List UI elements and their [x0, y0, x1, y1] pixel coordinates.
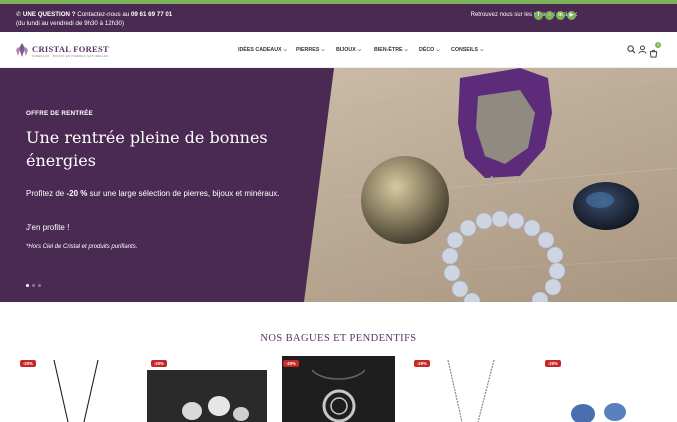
- hero-cta-link[interactable]: J'en profite !: [26, 223, 69, 232]
- nav-bijoux[interactable]: BIJOUX ⌵: [336, 47, 361, 53]
- product-card-5[interactable]: [543, 356, 663, 422]
- logo[interactable]: CRISTAL FOREST MINÉRAUX · BIJOUX EN PIER…: [16, 42, 111, 60]
- product-card-4[interactable]: [412, 356, 532, 422]
- linkedin-icon[interactable]: in: [556, 11, 565, 20]
- tree-of-life-pendant-image: [282, 356, 395, 422]
- logo-tagline: MINÉRAUX · BIJOUX EN PIERRES NATURELLES: [32, 54, 109, 58]
- cart-button[interactable]: 0: [649, 42, 661, 58]
- nav-bien-etre[interactable]: BIEN-ÊTRE ⌵: [374, 47, 408, 53]
- discount-badge: -20%: [151, 360, 167, 367]
- nav-deco[interactable]: DÉCO ⌵: [419, 47, 440, 53]
- nav-conseils[interactable]: CONSEILS ⌵: [451, 47, 484, 53]
- discount-badge: -20%: [283, 360, 299, 367]
- hero-footnote: *Hors Ciel de Cristal et produits purifi…: [26, 244, 138, 250]
- chain-pendant-image: [412, 356, 532, 422]
- necklace-pendant-image: [18, 356, 138, 422]
- hero-slider: OFFRE DE RENTRÉE Une rentrée pleine de b…: [0, 68, 677, 302]
- hero-title: Une rentrée pleine de bonnes énergies: [26, 128, 268, 170]
- section-title: NOS BAGUES ET PENDENTIFS: [260, 333, 417, 344]
- product-card-1[interactable]: [18, 356, 138, 422]
- nav-idees-cadeaux[interactable]: IDÉES CADEAUX ⌵: [238, 47, 287, 53]
- chevron-down-icon: ⌵: [404, 47, 408, 52]
- nav-pierres[interactable]: PIERRES ⌵: [296, 47, 325, 53]
- crystal-logo-icon: [16, 43, 28, 57]
- blue-stone-earrings-image: [543, 356, 663, 422]
- slider-dot-3[interactable]: [38, 284, 41, 287]
- instagram-icon[interactable]: ○: [545, 11, 554, 20]
- product-card-3[interactable]: [282, 356, 395, 422]
- chevron-down-icon: ⌵: [357, 47, 362, 52]
- contact-text: Contactez-nous au: [77, 11, 130, 18]
- logo-text: CRISTAL FOREST: [32, 44, 110, 54]
- chevron-down-icon: ⌵: [321, 47, 325, 52]
- contact-info: ✆ UNE QUESTION ? Contactez-nous au 09 61…: [16, 10, 172, 28]
- main-header: CRISTAL FOREST MINÉRAUX · BIJOUX EN PIER…: [0, 32, 677, 68]
- hero-purple-panel: [0, 68, 334, 302]
- slider-dot-2[interactable]: [32, 284, 35, 287]
- phone-number[interactable]: 09 61 69 77 01: [131, 11, 172, 18]
- discount-badge: -20%: [20, 360, 36, 367]
- search-icon[interactable]: [627, 45, 636, 54]
- slider-dot-1[interactable]: [26, 284, 29, 287]
- user-icon[interactable]: [638, 45, 647, 54]
- chevron-down-icon: ⌵: [283, 47, 287, 52]
- chevron-down-icon: ⌵: [480, 47, 484, 52]
- opening-hours: (du lundi au vendredi de 9h30 à 12h30): [16, 20, 125, 27]
- facebook-icon[interactable]: f: [534, 11, 543, 20]
- chevron-down-icon: ⌵: [436, 47, 440, 52]
- cart-count-badge: 0: [655, 42, 661, 48]
- discount-badge: -20%: [414, 360, 430, 367]
- phone-icon: ✆: [16, 11, 22, 18]
- discount-badge: -20%: [545, 360, 561, 367]
- hero-discount: -20 %: [66, 189, 88, 198]
- hero-kicker: OFFRE DE RENTRÉE: [26, 110, 93, 117]
- question-label: UNE QUESTION ?: [22, 11, 76, 18]
- cart-icon: [649, 49, 658, 58]
- youtube-icon[interactable]: ▶: [567, 11, 576, 20]
- header-actions: 0: [627, 42, 661, 58]
- top-info-bar: ✆ UNE QUESTION ? Contactez-nous au 09 61…: [0, 4, 677, 32]
- hero-description: Profitez de -20 % sur une large sélectio…: [26, 189, 280, 198]
